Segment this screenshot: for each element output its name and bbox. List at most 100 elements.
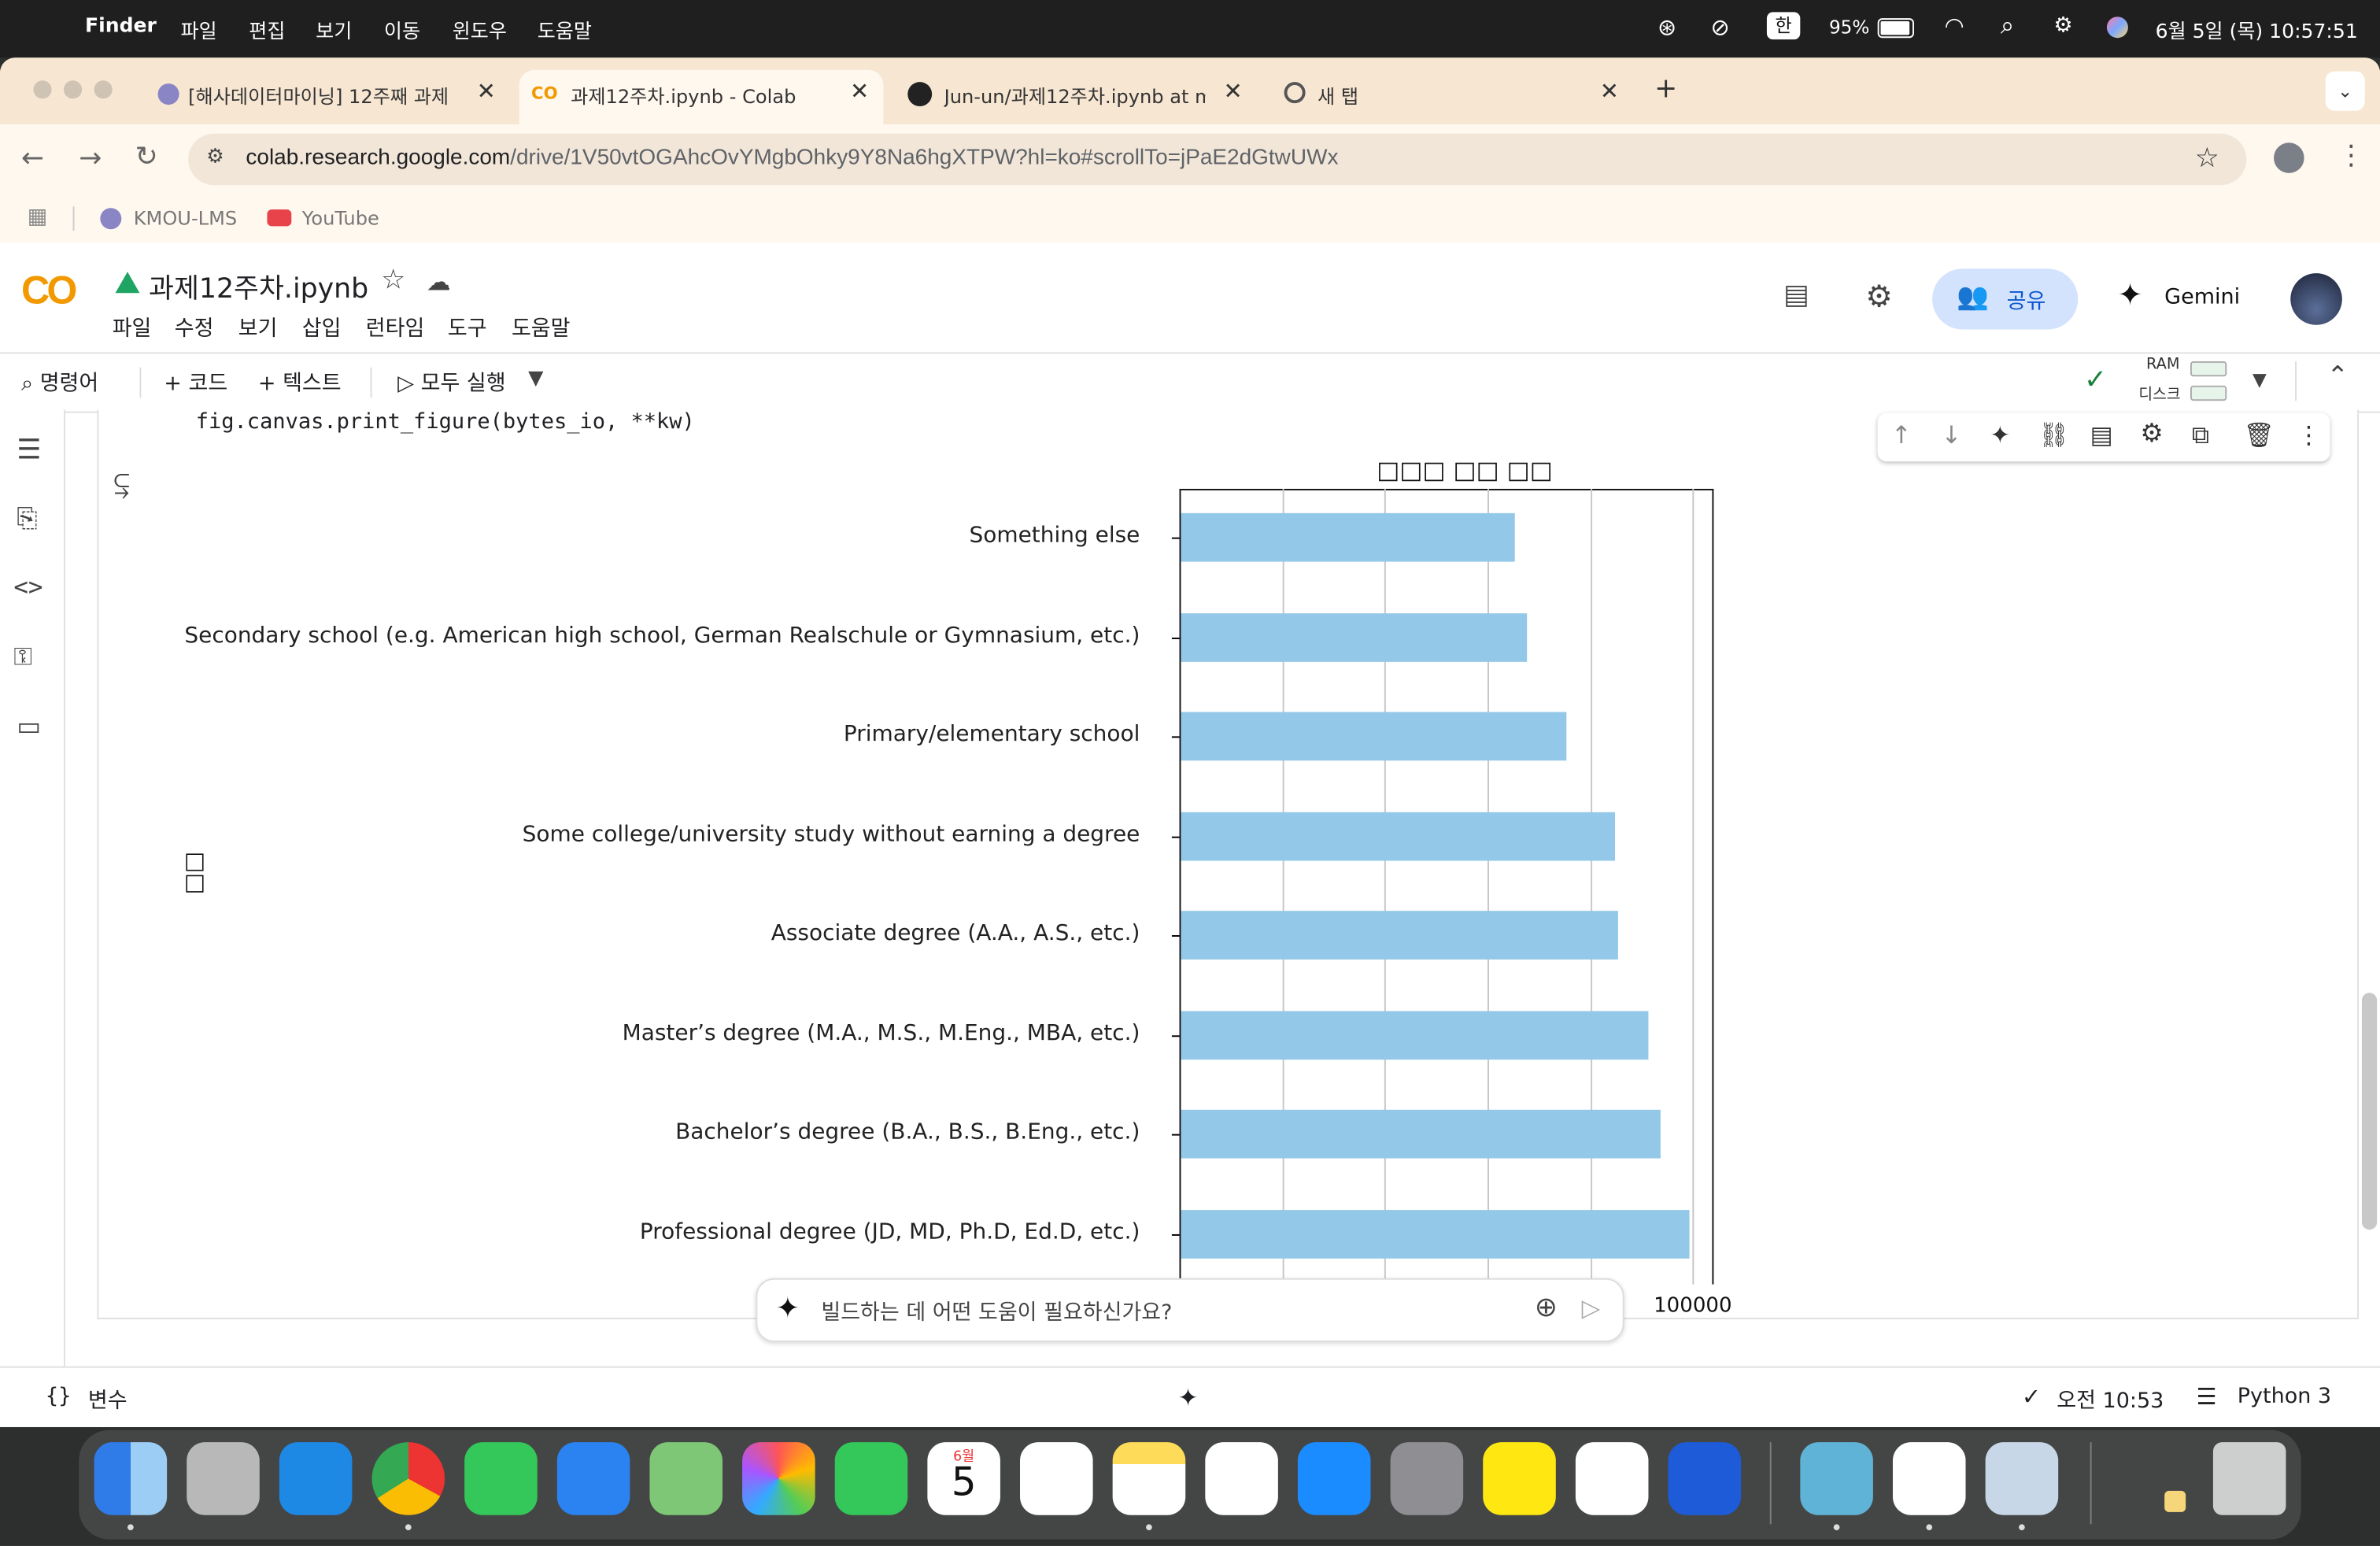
facetime-icon[interactable] — [834, 1442, 908, 1515]
more-options-icon[interactable]: ⋮ — [2297, 420, 2321, 449]
reminders-icon[interactable] — [1020, 1442, 1093, 1515]
add-text-button[interactable]: + 텍스트 — [258, 368, 342, 398]
kakaotalk-icon[interactable] — [1483, 1442, 1556, 1515]
compass-menubar-icon[interactable]: ⊘ — [1711, 13, 1730, 41]
menubar-menu-view[interactable]: 보기 — [316, 15, 352, 44]
siri-icon[interactable] — [2106, 17, 2128, 39]
move-down-icon[interactable]: ↓ — [1942, 420, 1962, 449]
address-bar[interactable]: ⚙ colab.research.google.com/drive/1V50vt… — [188, 133, 2247, 186]
menubar-menu-edit[interactable]: 편집 — [249, 15, 285, 44]
chrome-icon[interactable] — [371, 1442, 445, 1515]
gemini-sparkle-icon[interactable]: ✦ — [2117, 276, 2142, 313]
add-attachment-icon[interactable]: ⊕ — [1535, 1292, 1558, 1324]
apps-grid-icon[interactable]: ▦ — [28, 205, 48, 229]
launchpad-icon[interactable] — [187, 1442, 260, 1515]
tab-lms[interactable]: [해사데이터마이닝] 12주째 과제, L ✕ — [146, 70, 510, 124]
back-arrow-icon[interactable]: ← — [21, 142, 44, 175]
settings-gear-icon[interactable]: ⚙ — [1865, 278, 1893, 314]
connected-check-icon[interactable]: ✓ — [2084, 364, 2107, 397]
collapse-chevron-icon[interactable]: ⌃ — [2327, 361, 2349, 392]
add-code-button[interactable]: + 코드 — [164, 368, 227, 398]
code-snippets-icon[interactable]: <> — [13, 572, 42, 601]
notebook-title[interactable]: 과제12주차.ipynb — [149, 267, 368, 306]
kernel-name[interactable]: Python 3 — [2238, 1385, 2331, 1409]
table-of-contents-icon[interactable]: ☰ — [17, 435, 41, 467]
appstore-icon[interactable] — [1297, 1442, 1371, 1515]
tab-github[interactable]: Jun-un/과제12주차.ipynb at ma ✕ — [896, 70, 1260, 124]
last-execution-time[interactable]: 오전 10:53 — [2057, 1385, 2164, 1415]
spotlight-search-icon[interactable]: ⌕ — [2001, 11, 2014, 42]
window-minimize-button[interactable] — [64, 80, 83, 99]
colab-menu-runtime[interactable]: 런타임 — [366, 313, 425, 343]
textedit-icon[interactable] — [1892, 1442, 1966, 1515]
battery-icon[interactable] — [1877, 18, 1914, 39]
gemini-prompt-bar[interactable]: ✦ 빌드하는 데 어떤 도움이 필요하신가요? ⊕ ▷ — [756, 1278, 1624, 1342]
control-center-icon[interactable]: ⚙ — [2053, 13, 2072, 38]
cloud-save-icon[interactable]: ☁ — [427, 267, 451, 296]
notes-icon[interactable] — [1112, 1442, 1186, 1515]
ram-meter[interactable] — [2190, 361, 2227, 377]
settings-icon[interactable] — [1390, 1442, 1464, 1515]
gemini-button[interactable]: Gemini — [2164, 286, 2240, 310]
address-url[interactable]: colab.research.google.com/drive/1V50vtOG… — [246, 146, 1338, 170]
mail-icon[interactable] — [556, 1442, 630, 1515]
menubar-app-name[interactable]: Finder — [85, 15, 157, 38]
tab-close-icon[interactable]: ✕ — [1600, 77, 1619, 105]
variables-braces-icon[interactable]: {} — [46, 1385, 72, 1409]
variables-button[interactable]: 변수 — [88, 1385, 128, 1415]
tab-newtab[interactable]: 새 탭 ✕ — [1272, 70, 1636, 124]
menubar-menu-go[interactable]: 이동 — [384, 15, 420, 44]
cleaner-icon[interactable] — [1800, 1442, 1873, 1515]
menubar-menu-window[interactable]: 윈도우 — [453, 15, 507, 44]
forward-arrow-icon[interactable]: → — [79, 142, 102, 175]
freeform-icon[interactable] — [1205, 1442, 1278, 1515]
menubar-menu-file[interactable]: 파일 — [181, 15, 217, 44]
colab-menu-file[interactable]: 파일 — [113, 313, 152, 343]
site-info-icon[interactable]: ⚙ — [206, 146, 224, 168]
run-all-button[interactable]: ▷ 모두 실행 — [397, 368, 505, 398]
maps-icon[interactable] — [649, 1442, 723, 1515]
resource-dropdown-icon[interactable]: ▼ — [2252, 369, 2267, 390]
user-avatar[interactable] — [2290, 273, 2342, 325]
wifi-icon[interactable]: ◠ — [1945, 12, 1964, 39]
star-notebook-icon[interactable]: ☆ — [381, 264, 405, 297]
bookmark-star-icon[interactable]: ☆ — [2195, 142, 2219, 175]
link-icon[interactable]: ⛓ — [2038, 420, 2069, 449]
window-close-button[interactable] — [33, 80, 52, 99]
command-palette-button[interactable]: ⌕ 명령어 — [21, 368, 98, 398]
calendar-icon[interactable]: 6월 5 — [927, 1442, 1000, 1515]
secrets-key-icon[interactable]: ⚿ — [13, 642, 32, 673]
find-replace-icon[interactable]: ⎘ — [17, 504, 37, 534]
trash-icon[interactable] — [2212, 1442, 2286, 1515]
cell-settings-gear-icon[interactable]: ⚙ — [2140, 419, 2163, 449]
menubar-clock[interactable]: 6월 5일 (목) 10:57:51 — [2156, 15, 2358, 44]
bookmark-youtube[interactable]: YouTube — [302, 206, 379, 229]
finder-icon[interactable] — [94, 1442, 168, 1515]
run-all-dropdown-icon[interactable]: ▼ — [528, 368, 543, 390]
delete-trash-icon[interactable]: 🗑 — [2243, 420, 2274, 449]
colab-menu-insert[interactable]: 삽입 — [302, 313, 342, 343]
tab-colab[interactable]: CO 과제12주차.ipynb - Colab ✕ — [519, 69, 884, 125]
tab-close-icon[interactable]: ✕ — [1223, 77, 1242, 105]
bookmark-kmou[interactable]: KMOU-LMS — [134, 206, 237, 229]
downloads-icon[interactable] — [2137, 1442, 2210, 1515]
safari-icon[interactable] — [279, 1442, 353, 1515]
disk-meter[interactable] — [2190, 385, 2227, 401]
colab-menu-view[interactable]: 보기 — [238, 313, 278, 343]
vertical-scrollbar[interactable] — [2361, 993, 2378, 1230]
new-tab-plus-icon[interactable]: + — [1654, 73, 1677, 105]
messages-icon[interactable] — [464, 1442, 538, 1515]
colab-menu-help[interactable]: 도움말 — [512, 313, 571, 343]
colab-menu-tools[interactable]: 도구 — [448, 313, 487, 343]
preview-icon[interactable] — [1985, 1442, 2059, 1515]
photos-icon[interactable] — [742, 1442, 815, 1515]
tab-close-icon[interactable]: ✕ — [850, 77, 869, 105]
files-folder-icon[interactable]: ▭ — [17, 712, 41, 743]
browser-menu-icon[interactable]: ⋮ — [2338, 139, 2365, 172]
share-button[interactable]: 👥 공유 — [1932, 268, 2079, 330]
gemini-cell-icon[interactable]: ✦ — [1990, 420, 2010, 449]
move-up-icon[interactable]: ↑ — [1891, 420, 1912, 449]
reload-icon[interactable]: ↻ — [135, 141, 158, 173]
comment-icon[interactable]: ▤ — [2090, 420, 2113, 449]
tab-close-icon[interactable]: ✕ — [477, 77, 496, 105]
